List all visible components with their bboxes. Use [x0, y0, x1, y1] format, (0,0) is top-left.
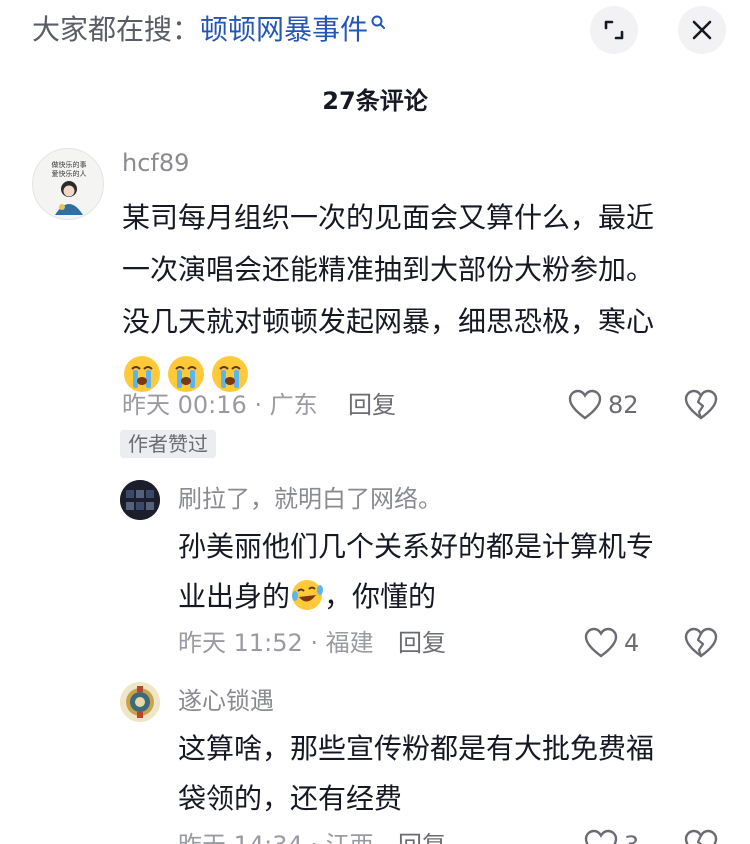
- expand-icon: [604, 20, 624, 40]
- search-icon: [371, 15, 386, 29]
- avatar-illustration: 做快乐的事 爱快乐的人: [52, 160, 87, 215]
- comment-text: 业出身的: [178, 580, 291, 613]
- broken-heart-icon[interactable]: [684, 389, 718, 421]
- expand-button[interactable]: [590, 6, 638, 54]
- avatar[interactable]: [120, 682, 160, 722]
- comment-content: 某司每月组织一次的见面会又算什么，最近 一次演唱会还能精准抽到大部份大粉参加。 …: [122, 192, 722, 400]
- like-count: 82: [608, 391, 639, 419]
- like-button[interactable]: 82: [568, 386, 639, 424]
- comment-count-title: 27条评论: [322, 87, 428, 115]
- author-liked-badge: 作者赞过: [120, 430, 216, 458]
- comment-line: 没几天就对顿顿发起网暴，细思恐极，寒心: [122, 305, 655, 338]
- comment-line: 这算啥，那些宣传粉都是有大批免费福: [178, 732, 655, 765]
- comment-username[interactable]: 刷拉了，就明白了网络。: [178, 482, 442, 516]
- laughing-crying-emoji: [292, 580, 324, 610]
- comment-line: 孙美丽他们几个关系好的都是计算机专: [178, 530, 655, 563]
- avatar-illustration: [120, 480, 160, 520]
- reply-button[interactable]: 回复: [398, 828, 446, 844]
- like-button[interactable]: 3: [584, 826, 639, 844]
- heart-icon: [584, 829, 618, 844]
- comment-line: 某司每月组织一次的见面会又算什么，最近: [122, 201, 655, 234]
- avatar[interactable]: 做快乐的事 爱快乐的人: [32, 148, 104, 220]
- comment-meta: 昨天 11:52 · 福建: [178, 629, 374, 657]
- comment-content: 这算啥，那些宣传粉都是有大批免费福 袋领的，还有经费: [178, 724, 718, 824]
- reply-button[interactable]: 回复: [398, 626, 446, 660]
- like-count: 3: [624, 831, 639, 844]
- broken-heart-icon[interactable]: [684, 829, 718, 844]
- heart-icon: [584, 627, 618, 658]
- avatar-illustration: [120, 682, 160, 722]
- close-button[interactable]: [678, 6, 726, 54]
- like-count: 4: [624, 629, 640, 657]
- search-suggestion[interactable]: 大家都在搜：顿顿网暴事件: [32, 10, 388, 50]
- reply-button[interactable]: 回复: [348, 388, 396, 422]
- comment-line: 业出身的 ，你懂的: [178, 572, 718, 622]
- comment-text: ，你懂的: [324, 580, 437, 613]
- comment-username[interactable]: hcf89: [122, 146, 189, 180]
- svg-text:做快乐的事: 做快乐的事: [52, 160, 87, 169]
- search-keyword-link[interactable]: 顿顿网暴事件: [200, 13, 368, 46]
- comment-content: 孙美丽他们几个关系好的都是计算机专 业出身的 ，你懂的: [178, 522, 718, 622]
- heart-icon: [568, 389, 602, 420]
- close-icon: [692, 20, 712, 40]
- comment-line: 一次演唱会还能精准抽到大部份大粉参加。: [122, 253, 655, 286]
- comment-meta: 昨天 00:16 · 广东: [122, 391, 318, 419]
- avatar[interactable]: [120, 480, 160, 520]
- search-suggestion-bar: 大家都在搜：顿顿网暴事件: [0, 0, 750, 62]
- broken-heart-icon[interactable]: [684, 627, 718, 659]
- svg-text:爱快乐的人: 爱快乐的人: [52, 169, 87, 178]
- like-button[interactable]: 4: [584, 624, 639, 662]
- search-prefix: 大家都在搜：: [32, 13, 201, 46]
- comment-username[interactable]: 遂心锁遇: [178, 684, 274, 718]
- comment-line: 袋领的，还有经费: [178, 782, 403, 815]
- comment-meta: 昨天 14:34 · 江西: [178, 828, 374, 844]
